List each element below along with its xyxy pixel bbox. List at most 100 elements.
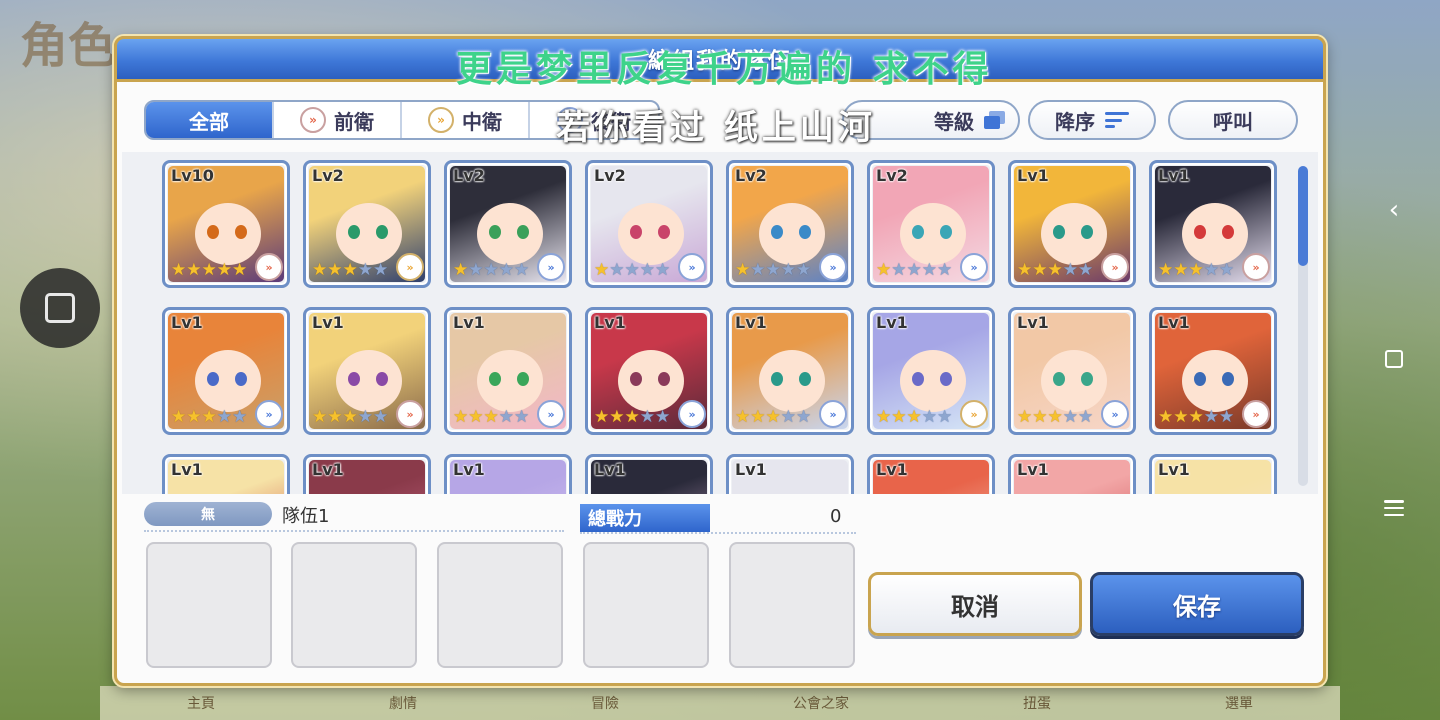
character-face [1041,203,1107,265]
front-role-icon: » [1242,253,1270,281]
tab-label: 中衛 [462,109,502,134]
character-card[interactable]: Lv2 ★ ★ ★ ★ ★» [585,160,713,288]
tab-label: 全部 [189,109,229,134]
star-rating: ★ ★ ★ ★ ★ [312,262,388,279]
middle-role-icon: » [960,400,988,428]
character-card[interactable]: Lv1 ★ ★ ★ ★ ★» [162,307,290,435]
star-icon: ★ [468,260,484,280]
team-tag-badge: 無 [144,502,272,526]
star-icon: ★ [735,407,751,427]
tab-front[interactable]: » 前衛 [274,102,402,138]
star-icon: ★ [796,260,812,280]
tab-middle[interactable]: » 中衛 [402,102,530,138]
cancel-button[interactable]: 取消 [868,572,1082,636]
character-card[interactable]: Lv1 [867,454,995,494]
team-slot-5[interactable] [729,542,855,668]
team-slot-2[interactable] [291,542,417,668]
star-icon: ★ [514,407,530,427]
character-face [336,350,402,412]
character-eye [348,372,360,386]
character-card[interactable]: Lv10 ★ ★ ★ ★ ★» [162,160,290,288]
sort-order-label: 降序 [1055,109,1095,134]
team-name[interactable]: 隊伍1 [282,502,329,528]
character-card[interactable]: Lv1 [444,454,572,494]
character-eye [912,225,924,239]
menu-nav-button[interactable] [1376,490,1412,526]
character-card[interactable]: Lv1 [1008,454,1136,494]
character-eye [630,372,642,386]
star-icon: ★ [1078,260,1094,280]
character-card[interactable]: Lv1 [162,454,290,494]
character-card[interactable]: Lv2 ★ ★ ★ ★ ★» [303,160,431,288]
scroll-thumb[interactable] [1298,166,1308,266]
background-menu-item: 扭蛋 [1023,696,1051,712]
tab-label: 後衛 [591,109,631,134]
character-eye [1081,372,1093,386]
character-eye [1222,225,1234,239]
home-nav-button[interactable] [1376,341,1412,377]
character-card[interactable]: Lv1 ★ ★ ★ ★ ★» [867,307,995,435]
team-slot-3[interactable] [437,542,563,668]
front-role-icon: » [255,253,283,281]
character-card[interactable]: Lv1 [585,454,713,494]
character-card[interactable]: Lv2 ★ ★ ★ ★ ★» [867,160,995,288]
save-button[interactable]: 保存 [1090,572,1304,636]
sort-level-button[interactable]: 等級 [842,100,1020,140]
character-card[interactable]: Lv1 ★ ★ ★ ★ ★» [1008,307,1136,435]
character-level: Lv1 [312,313,344,332]
back-nav-button[interactable]: ‹ [1376,192,1412,228]
back-role-icon: » [537,400,565,428]
cards-icon [984,111,1006,129]
star-icon: ★ [216,407,232,427]
character-card[interactable]: Lv1 ★ ★ ★ ★ ★» [1149,307,1277,435]
character-level: Lv1 [453,460,485,479]
team-slot-4[interactable] [583,542,709,668]
character-card[interactable]: Lv1 [726,454,854,494]
character-card[interactable]: Lv1 ★ ★ ★ ★ ★» [1008,160,1136,288]
tab-all[interactable]: 全部 [146,102,274,138]
star-icon: ★ [750,260,766,280]
star-icon: ★ [891,407,907,427]
call-button[interactable]: 呼叫 [1168,100,1298,140]
character-card[interactable]: Lv1 ★ ★ ★ ★ ★» [303,307,431,435]
front-role-icon: » [396,400,424,428]
character-card[interactable]: Lv1 [1149,454,1277,494]
character-card[interactable]: Lv2 ★ ★ ★ ★ ★» [726,160,854,288]
character-grid[interactable]: Lv10 ★ ★ ★ ★ ★» Lv2 ★ ★ ★ ★ ★» Lv2 ★ ★ ★ ★ ★» Lv2 ★ ★ ★ ★ ★» Lv2… [122,152,1318,494]
sort-descending-icon [1105,112,1129,128]
star-icon: ★ [1062,407,1078,427]
character-eye [1081,225,1093,239]
star-icon: ★ [1158,260,1174,280]
star-icon: ★ [765,407,781,427]
star-icon: ★ [342,407,358,427]
star-icon: ★ [1032,260,1048,280]
character-eye [912,372,924,386]
back-role-icon: » [557,107,583,133]
star-icon: ★ [624,260,640,280]
team-slot-1[interactable] [146,542,272,668]
character-card[interactable]: Lv2 ★ ★ ★ ★ ★» [444,160,572,288]
star-icon: ★ [201,407,217,427]
tab-back[interactable]: » 後衛 [530,102,658,138]
star-icon: ★ [921,260,937,280]
character-eye [489,372,501,386]
grid-scrollbar[interactable] [1298,166,1308,486]
character-card[interactable]: Lv1 ★ ★ ★ ★ ★» [1149,160,1277,288]
character-card[interactable]: Lv1 ★ ★ ★ ★ ★» [585,307,713,435]
front-role-icon: » [1242,400,1270,428]
character-card[interactable]: Lv1 ★ ★ ★ ★ ★» [444,307,572,435]
star-icon: ★ [624,407,640,427]
character-level: Lv1 [876,460,908,479]
character-eye [799,372,811,386]
character-face [618,203,684,265]
square-icon [45,293,75,323]
star-icon: ★ [1062,260,1078,280]
sort-order-button[interactable]: 降序 [1028,100,1156,140]
character-eye [1053,372,1065,386]
star-icon: ★ [483,407,499,427]
character-card[interactable]: Lv1 ★ ★ ★ ★ ★» [726,307,854,435]
character-card[interactable]: Lv1 [303,454,431,494]
dialog-header: 編組我的隊伍 [114,36,1326,82]
star-icon: ★ [921,407,937,427]
floating-assist-button[interactable] [20,268,100,348]
